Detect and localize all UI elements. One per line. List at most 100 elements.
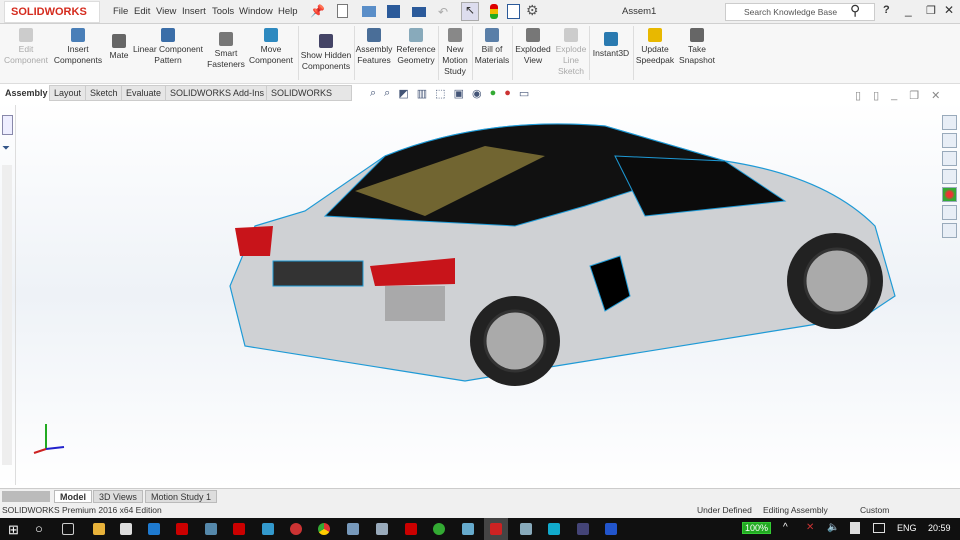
save-icon[interactable]	[387, 5, 400, 18]
solidworks-logo[interactable]: SOLIDWORKS	[4, 1, 100, 23]
mate-button[interactable]: Mate	[106, 34, 132, 61]
open-icon[interactable]	[362, 6, 376, 17]
design-library-icon[interactable]	[942, 133, 957, 148]
units-selector[interactable]: Custom	[860, 503, 889, 518]
scrollbar[interactable]	[2, 165, 12, 465]
viewport-restore-icon[interactable]: ❐	[909, 89, 919, 102]
app-icon-2[interactable]	[347, 523, 359, 535]
app-round-icon[interactable]	[290, 523, 302, 535]
new-motion-study-button[interactable]: New Motion Study	[439, 28, 471, 77]
app-blue-icon[interactable]	[262, 523, 274, 535]
new-document-icon[interactable]	[337, 4, 348, 18]
app-icon-7[interactable]	[577, 523, 589, 535]
assembly-features-button[interactable]: Assembly Features	[355, 28, 393, 66]
solidworks-taskbar-button[interactable]	[484, 518, 508, 540]
options-gear-icon[interactable]: ⚙	[526, 2, 539, 19]
view-orientation-icon[interactable]: ⬚	[435, 87, 445, 101]
tab-scroll-arrows[interactable]	[2, 491, 50, 502]
app-icon-6[interactable]	[548, 523, 560, 535]
display-style-icon[interactable]: ▣	[454, 87, 464, 101]
app-icon-5[interactable]	[520, 523, 532, 535]
view-settings-icon[interactable]: ▭	[519, 87, 529, 101]
split-right-icon[interactable]: ▯	[873, 89, 879, 102]
task-pane-home-icon[interactable]	[942, 115, 957, 130]
insert-components-button[interactable]: Insert Components	[52, 28, 104, 66]
tab-sketch[interactable]: Sketch	[85, 85, 123, 101]
reference-geometry-button[interactable]: Reference Geometry	[395, 28, 437, 66]
tab-evaluate[interactable]: Evaluate	[121, 85, 167, 101]
linear-pattern-button[interactable]: Linear Component Pattern	[132, 28, 204, 66]
section-view-icon[interactable]: ▥	[417, 87, 427, 101]
explode-line-sketch-button[interactable]: Explode Line Sketch	[554, 28, 588, 77]
search-icon[interactable]: ⚲	[850, 2, 860, 19]
close-button[interactable]: ✕	[944, 3, 954, 17]
tab-mbd[interactable]: SOLIDWORKS MBD	[266, 85, 352, 113]
notification-icon[interactable]	[850, 522, 860, 534]
file-properties-icon[interactable]	[507, 4, 520, 19]
move-component-button[interactable]: Move Component	[246, 28, 296, 66]
menu-insert[interactable]: Insert	[182, 6, 206, 17]
menu-file[interactable]: File	[113, 6, 128, 17]
exploded-view-button[interactable]: Exploded View	[514, 28, 552, 66]
battery-indicator[interactable]: 100%	[742, 522, 772, 534]
graphics-area[interactable]: ⏷ ▯ ▯ _ ❐ ✕	[0, 89, 960, 488]
keyboard-icon[interactable]	[873, 523, 885, 533]
viewport-close-icon[interactable]: ✕	[931, 89, 940, 102]
tab-model[interactable]: Model	[54, 490, 92, 503]
minimize-button[interactable]: _	[905, 3, 912, 17]
utorrent-icon[interactable]	[433, 523, 445, 535]
menu-help[interactable]: Help	[278, 6, 298, 17]
scene-icon[interactable]: ●	[504, 87, 511, 101]
show-hidden-icons[interactable]: ^	[783, 522, 788, 533]
smart-fasteners-button[interactable]: Smart Fasteners	[206, 32, 246, 70]
undo-icon[interactable]: ↶	[438, 5, 448, 19]
chrome-icon[interactable]	[318, 523, 330, 535]
tab-assembly[interactable]: Assembly	[0, 85, 53, 101]
acrobat-icon[interactable]	[176, 523, 188, 535]
filter-icon[interactable]: ⏷	[2, 143, 10, 154]
app-red-icon[interactable]	[233, 523, 245, 535]
menu-edit[interactable]: Edit	[134, 6, 150, 17]
view-palette-icon[interactable]	[942, 169, 957, 184]
edge-icon[interactable]	[148, 523, 160, 535]
autocad-icon[interactable]	[405, 523, 417, 535]
language-indicator[interactable]: ENG	[897, 523, 917, 533]
appearances-icon[interactable]	[942, 187, 957, 202]
task-view-icon[interactable]	[62, 523, 74, 535]
appearance-icon[interactable]: ●	[490, 87, 497, 101]
tab-motion-study[interactable]: Motion Study 1	[145, 490, 218, 503]
viewport-minimize-icon[interactable]: _	[891, 89, 897, 102]
car-model[interactable]	[225, 116, 905, 406]
rebuild-icon[interactable]	[490, 4, 498, 19]
zoom-to-fit-icon[interactable]: ⌕	[370, 87, 376, 101]
cortana-icon[interactable]: ○	[35, 521, 43, 536]
bill-of-materials-button[interactable]: Bill of Materials	[473, 28, 511, 66]
network-icon[interactable]: ✕	[806, 522, 814, 533]
pin-icon[interactable]: 📌	[310, 4, 325, 18]
menu-window[interactable]: Window	[239, 6, 273, 17]
app-icon-3[interactable]	[376, 523, 388, 535]
restore-button[interactable]: ❐	[926, 4, 936, 17]
app-icon[interactable]	[205, 523, 217, 535]
print-icon[interactable]	[412, 7, 426, 17]
clock[interactable]: 20:59	[928, 523, 951, 533]
app-icon-4[interactable]	[462, 523, 474, 535]
take-snapshot-button[interactable]: Take Snapshot	[676, 28, 718, 66]
instant3d-button[interactable]: Instant3D	[590, 32, 632, 59]
split-left-icon[interactable]: ▯	[855, 89, 861, 102]
hide-show-icon[interactable]: ◉	[472, 87, 482, 101]
panel-expand-icon[interactable]	[2, 115, 13, 135]
store-icon[interactable]	[120, 523, 132, 535]
tab-addins[interactable]: SOLIDWORKS Add-Ins	[165, 85, 270, 101]
tab-layout[interactable]: Layout	[49, 85, 87, 101]
forum-icon[interactable]	[942, 223, 957, 238]
file-explorer-icon[interactable]	[942, 151, 957, 166]
menu-tools[interactable]: Tools	[212, 6, 234, 17]
edit-component-button[interactable]: Edit Component	[2, 28, 50, 66]
file-explorer-taskbar-icon[interactable]	[93, 523, 105, 535]
tab-3d-views[interactable]: 3D Views	[93, 490, 143, 503]
show-hidden-button[interactable]: Show Hidden Components	[300, 34, 352, 72]
volume-icon[interactable]: 🔈	[827, 522, 839, 533]
select-icon[interactable]: ↖	[461, 2, 479, 21]
windows-start-icon[interactable]: ⊞	[8, 522, 19, 538]
